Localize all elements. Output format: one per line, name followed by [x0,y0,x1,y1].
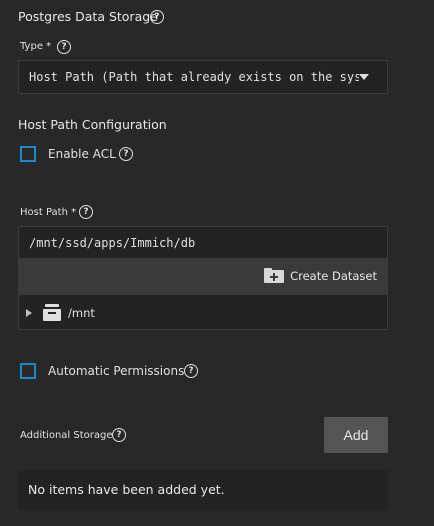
folder-plus-icon [264,268,285,283]
type-help-icon[interactable]: ? [57,40,71,54]
additional-storage-label: Additional Storage [20,430,113,441]
automatic-permissions-label: Automatic Permissions [48,364,185,378]
enable-acl-help-icon[interactable]: ? [119,147,133,161]
host-path-input[interactable]: /mnt/ssd/apps/Immich/db [18,226,388,259]
postgres-storage-help-icon[interactable]: ? [150,10,164,24]
automatic-permissions-help-icon[interactable]: ? [184,364,198,378]
create-dataset-label: Create Dataset [290,268,377,283]
file-explorer-tree: /mnt [18,295,388,330]
enable-acl-label: Enable ACL [48,147,116,161]
type-select[interactable]: Host Path (Path that already exists on t… [18,60,388,94]
app-config-form: Postgres Data Storage ? Type * ? Host Pa… [0,0,434,526]
empty-storage-message: No items have been added yet. [18,470,388,510]
automatic-permissions-checkbox[interactable] [20,363,36,379]
additional-storage-help-icon[interactable]: ? [112,428,126,442]
create-dataset-button[interactable]: Create Dataset [264,268,377,283]
host-path-config-title: Host Path Configuration [18,117,167,132]
type-label: Type * [20,41,52,52]
tree-node-mnt[interactable]: /mnt [68,306,95,320]
host-path-help-icon[interactable]: ? [79,205,93,219]
add-storage-button[interactable]: Add [324,417,388,453]
dataset-icon [43,304,61,321]
caret-right-icon[interactable] [26,309,32,317]
explorer-toolbar: Create Dataset [18,259,388,295]
postgres-storage-title: Postgres Data Storage [18,9,158,24]
type-select-value: Host Path (Path that already exists on t… [29,70,359,84]
host-path-label: Host Path * [20,207,77,218]
enable-acl-checkbox[interactable] [20,146,36,162]
dropdown-arrow-icon [359,74,369,80]
